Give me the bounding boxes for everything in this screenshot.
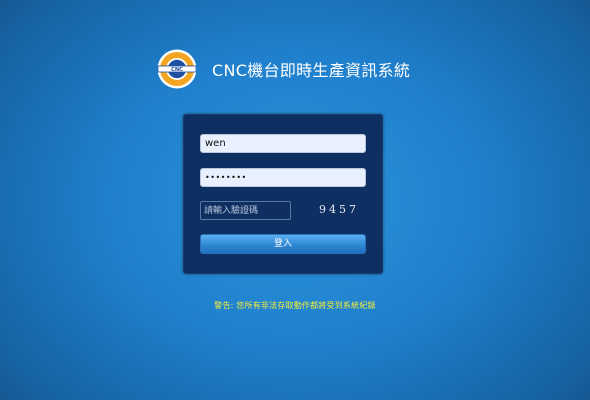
username-input[interactable] <box>200 134 366 153</box>
warning-text: 警告: 您所有非法存取動作都將受到系統紀錄 <box>214 301 376 310</box>
login-button[interactable]: 登入 <box>200 234 366 254</box>
login-panel: 9457 登入 <box>183 114 383 274</box>
company-logo: CNC <box>157 49 197 89</box>
captcha-input[interactable] <box>200 201 291 220</box>
captcha-code: 9457 <box>319 203 359 216</box>
app-header: CNC CNC機台即時生產資訊系統 <box>156 48 410 90</box>
password-input[interactable] <box>200 168 366 187</box>
logo-text: CNC <box>171 67 183 73</box>
page-title: CNC機台即時生產資訊系統 <box>212 61 411 80</box>
